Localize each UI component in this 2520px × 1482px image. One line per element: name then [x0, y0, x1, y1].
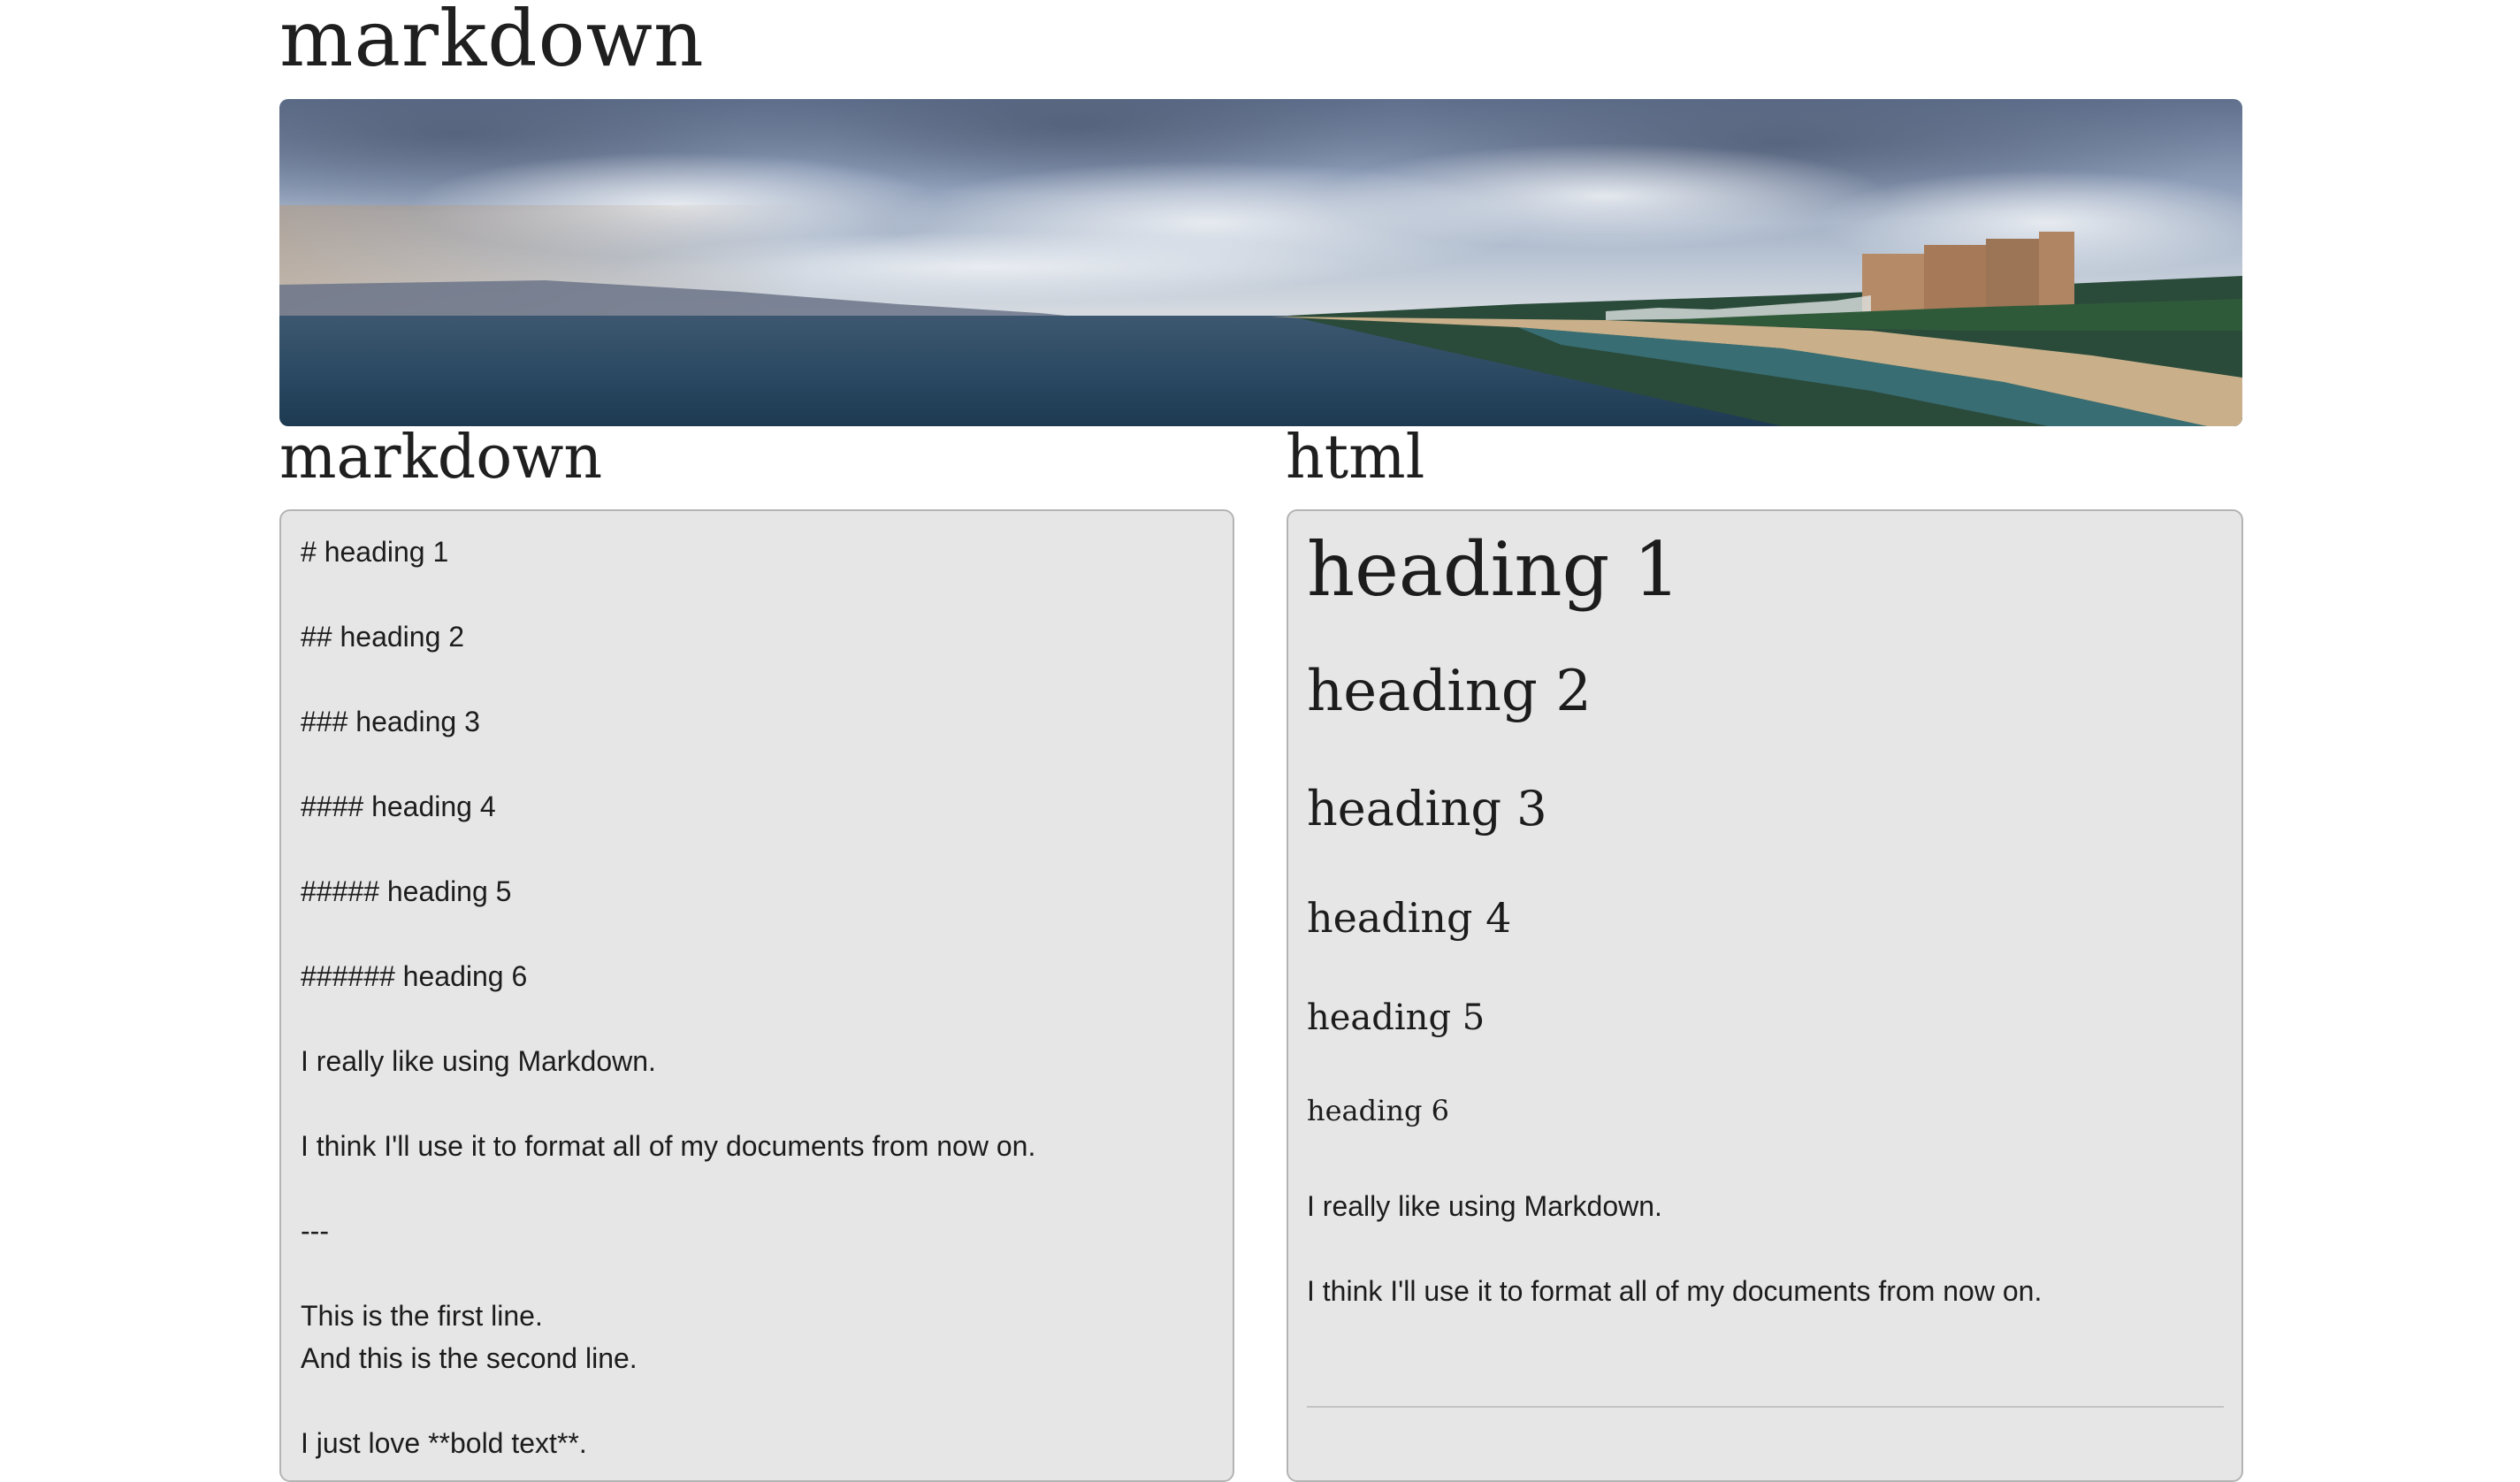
md-line: ### heading 3	[301, 706, 480, 737]
md-blank-line	[301, 828, 1213, 870]
md-line: I just love **bold text**.	[301, 1427, 587, 1459]
preview-paragraph: I think I'll use it to format all of my …	[1307, 1275, 2043, 1307]
md-line: ## heading 2	[301, 621, 465, 653]
markdown-input-pane[interactable]: # heading 1 ## heading 2 ### heading 3 #…	[279, 509, 1234, 1482]
md-line: I think I'll use it to format all of my …	[301, 1130, 1036, 1162]
html-column-title: html	[1286, 423, 1425, 493]
preview-heading-3: heading 3	[1307, 781, 1547, 836]
md-line: ---	[301, 1215, 329, 1247]
md-line: # heading 1	[301, 536, 449, 568]
md-blank-line	[301, 658, 1213, 700]
md-blank-line	[301, 1167, 1213, 1210]
md-blank-line	[301, 997, 1213, 1040]
preview-heading-4: heading 4	[1307, 894, 1512, 942]
preview-paragraph: I really like using Markdown.	[1307, 1190, 1662, 1222]
preview-heading-2: heading 2	[1307, 659, 1592, 724]
md-line: And this is the second line.	[301, 1342, 638, 1374]
preview-heading-1: heading 1	[1307, 526, 1681, 613]
preview-horizontal-rule	[1307, 1406, 2224, 1408]
md-blank-line	[301, 743, 1213, 785]
md-line: This is the first line.	[301, 1300, 543, 1332]
markdown-textarea[interactable]: # heading 1 ## heading 2 ### heading 3 #…	[301, 531, 1213, 1464]
md-blank-line	[301, 913, 1213, 955]
md-line: #### heading 4	[301, 791, 496, 822]
md-blank-line	[301, 1082, 1213, 1125]
ocean-beach-panorama-image	[279, 99, 2242, 426]
md-blank-line	[301, 1379, 1213, 1422]
banner-image	[279, 99, 2242, 426]
md-line: ###### heading 6	[301, 960, 528, 992]
md-line: I really like using Markdown.	[301, 1045, 656, 1077]
page: markdown markdown html # heading 1 ## he…	[279, 0, 2243, 1482]
preview-heading-6: heading 6	[1307, 1094, 1449, 1127]
preview-heading-5: heading 5	[1307, 997, 1485, 1038]
md-line: ##### heading 5	[301, 875, 512, 907]
md-blank-line	[301, 573, 1213, 615]
markdown-column-title: markdown	[279, 423, 603, 493]
html-preview-pane: heading 1 heading 2 heading 3 heading 4 …	[1287, 509, 2243, 1482]
md-blank-line	[301, 1252, 1213, 1295]
site-title: markdown	[279, 0, 705, 84]
